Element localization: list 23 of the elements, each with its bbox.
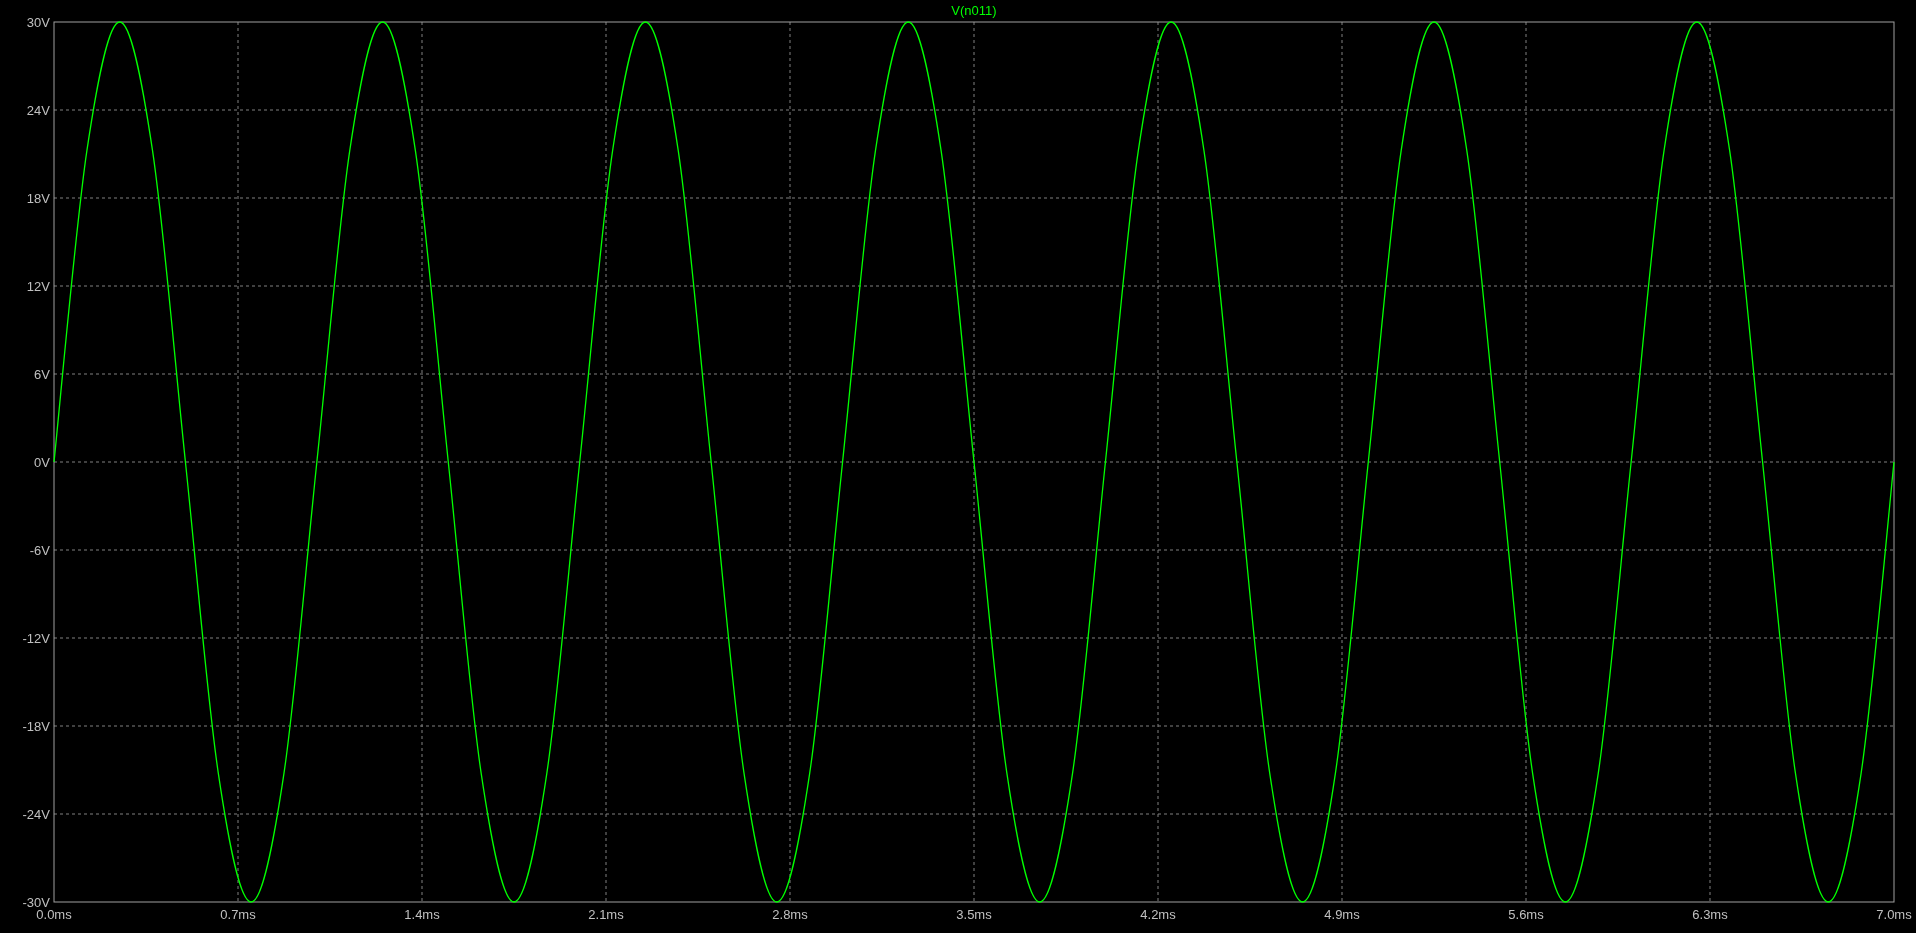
y-tick-label: 18V	[26, 191, 50, 206]
y-tick-label: -6V	[29, 543, 50, 558]
y-tick-label: 0V	[34, 455, 50, 470]
x-tick-label: 4.2ms	[1140, 907, 1176, 922]
x-tick-label: 7.0ms	[1876, 907, 1912, 922]
y-tick-label: 6V	[34, 367, 50, 382]
y-tick-label: -30V	[22, 895, 50, 910]
y-tick-label: -12V	[22, 631, 50, 646]
x-tick-label: 0.0ms	[36, 907, 72, 922]
x-tick-label: 5.6ms	[1508, 907, 1544, 922]
y-tick-label: -18V	[22, 719, 50, 734]
x-tick-label: 2.8ms	[772, 907, 808, 922]
x-tick-label: 3.5ms	[956, 907, 992, 922]
x-tick-label: 2.1ms	[588, 907, 624, 922]
x-tick-label: 4.9ms	[1324, 907, 1360, 922]
y-tick-label: -24V	[22, 807, 50, 822]
x-tick-label: 1.4ms	[404, 907, 440, 922]
x-tick-label: 0.7ms	[220, 907, 256, 922]
y-tick-label: 12V	[26, 279, 50, 294]
x-tick-label: 6.3ms	[1692, 907, 1728, 922]
y-tick-label: 24V	[26, 103, 50, 118]
trace-label[interactable]: V(n011)	[951, 3, 997, 18]
y-tick-label: 30V	[26, 15, 50, 30]
